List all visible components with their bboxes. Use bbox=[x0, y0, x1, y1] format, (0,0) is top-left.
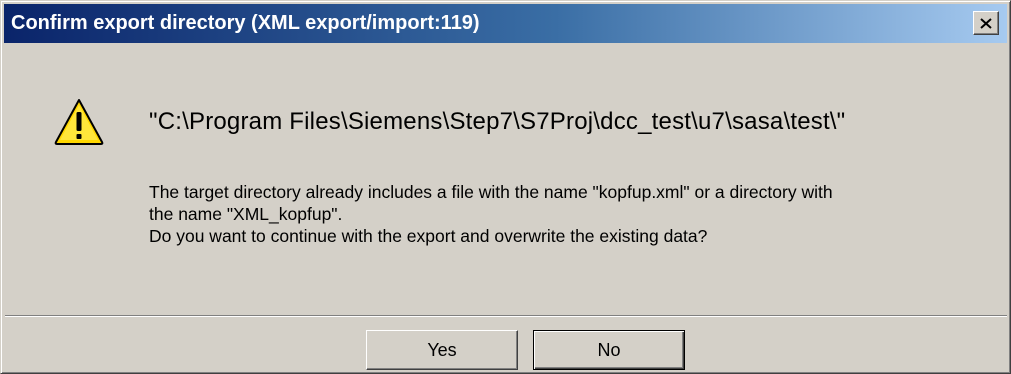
close-icon bbox=[980, 17, 992, 29]
yes-button[interactable]: Yes bbox=[366, 330, 518, 370]
message-line: Do you want to continue with the export … bbox=[149, 226, 708, 246]
no-button[interactable]: No bbox=[533, 330, 685, 370]
message-line: the name "XML_kopfup". bbox=[149, 204, 343, 224]
divider bbox=[5, 315, 1007, 317]
confirm-dialog: Confirm export directory (XML export/imp… bbox=[0, 0, 1011, 374]
close-button[interactable] bbox=[973, 11, 999, 35]
title-bar[interactable]: Confirm export directory (XML export/imp… bbox=[4, 4, 1007, 43]
window-title: Confirm export directory (XML export/imp… bbox=[11, 12, 480, 34]
message-body: The target directory already includes a … bbox=[149, 181, 994, 247]
directory-path: "C:\Program Files\Siemens\Step7\S7Proj\d… bbox=[149, 108, 846, 135]
warning-icon bbox=[54, 99, 104, 145]
message-line: The target directory already includes a … bbox=[149, 182, 833, 202]
